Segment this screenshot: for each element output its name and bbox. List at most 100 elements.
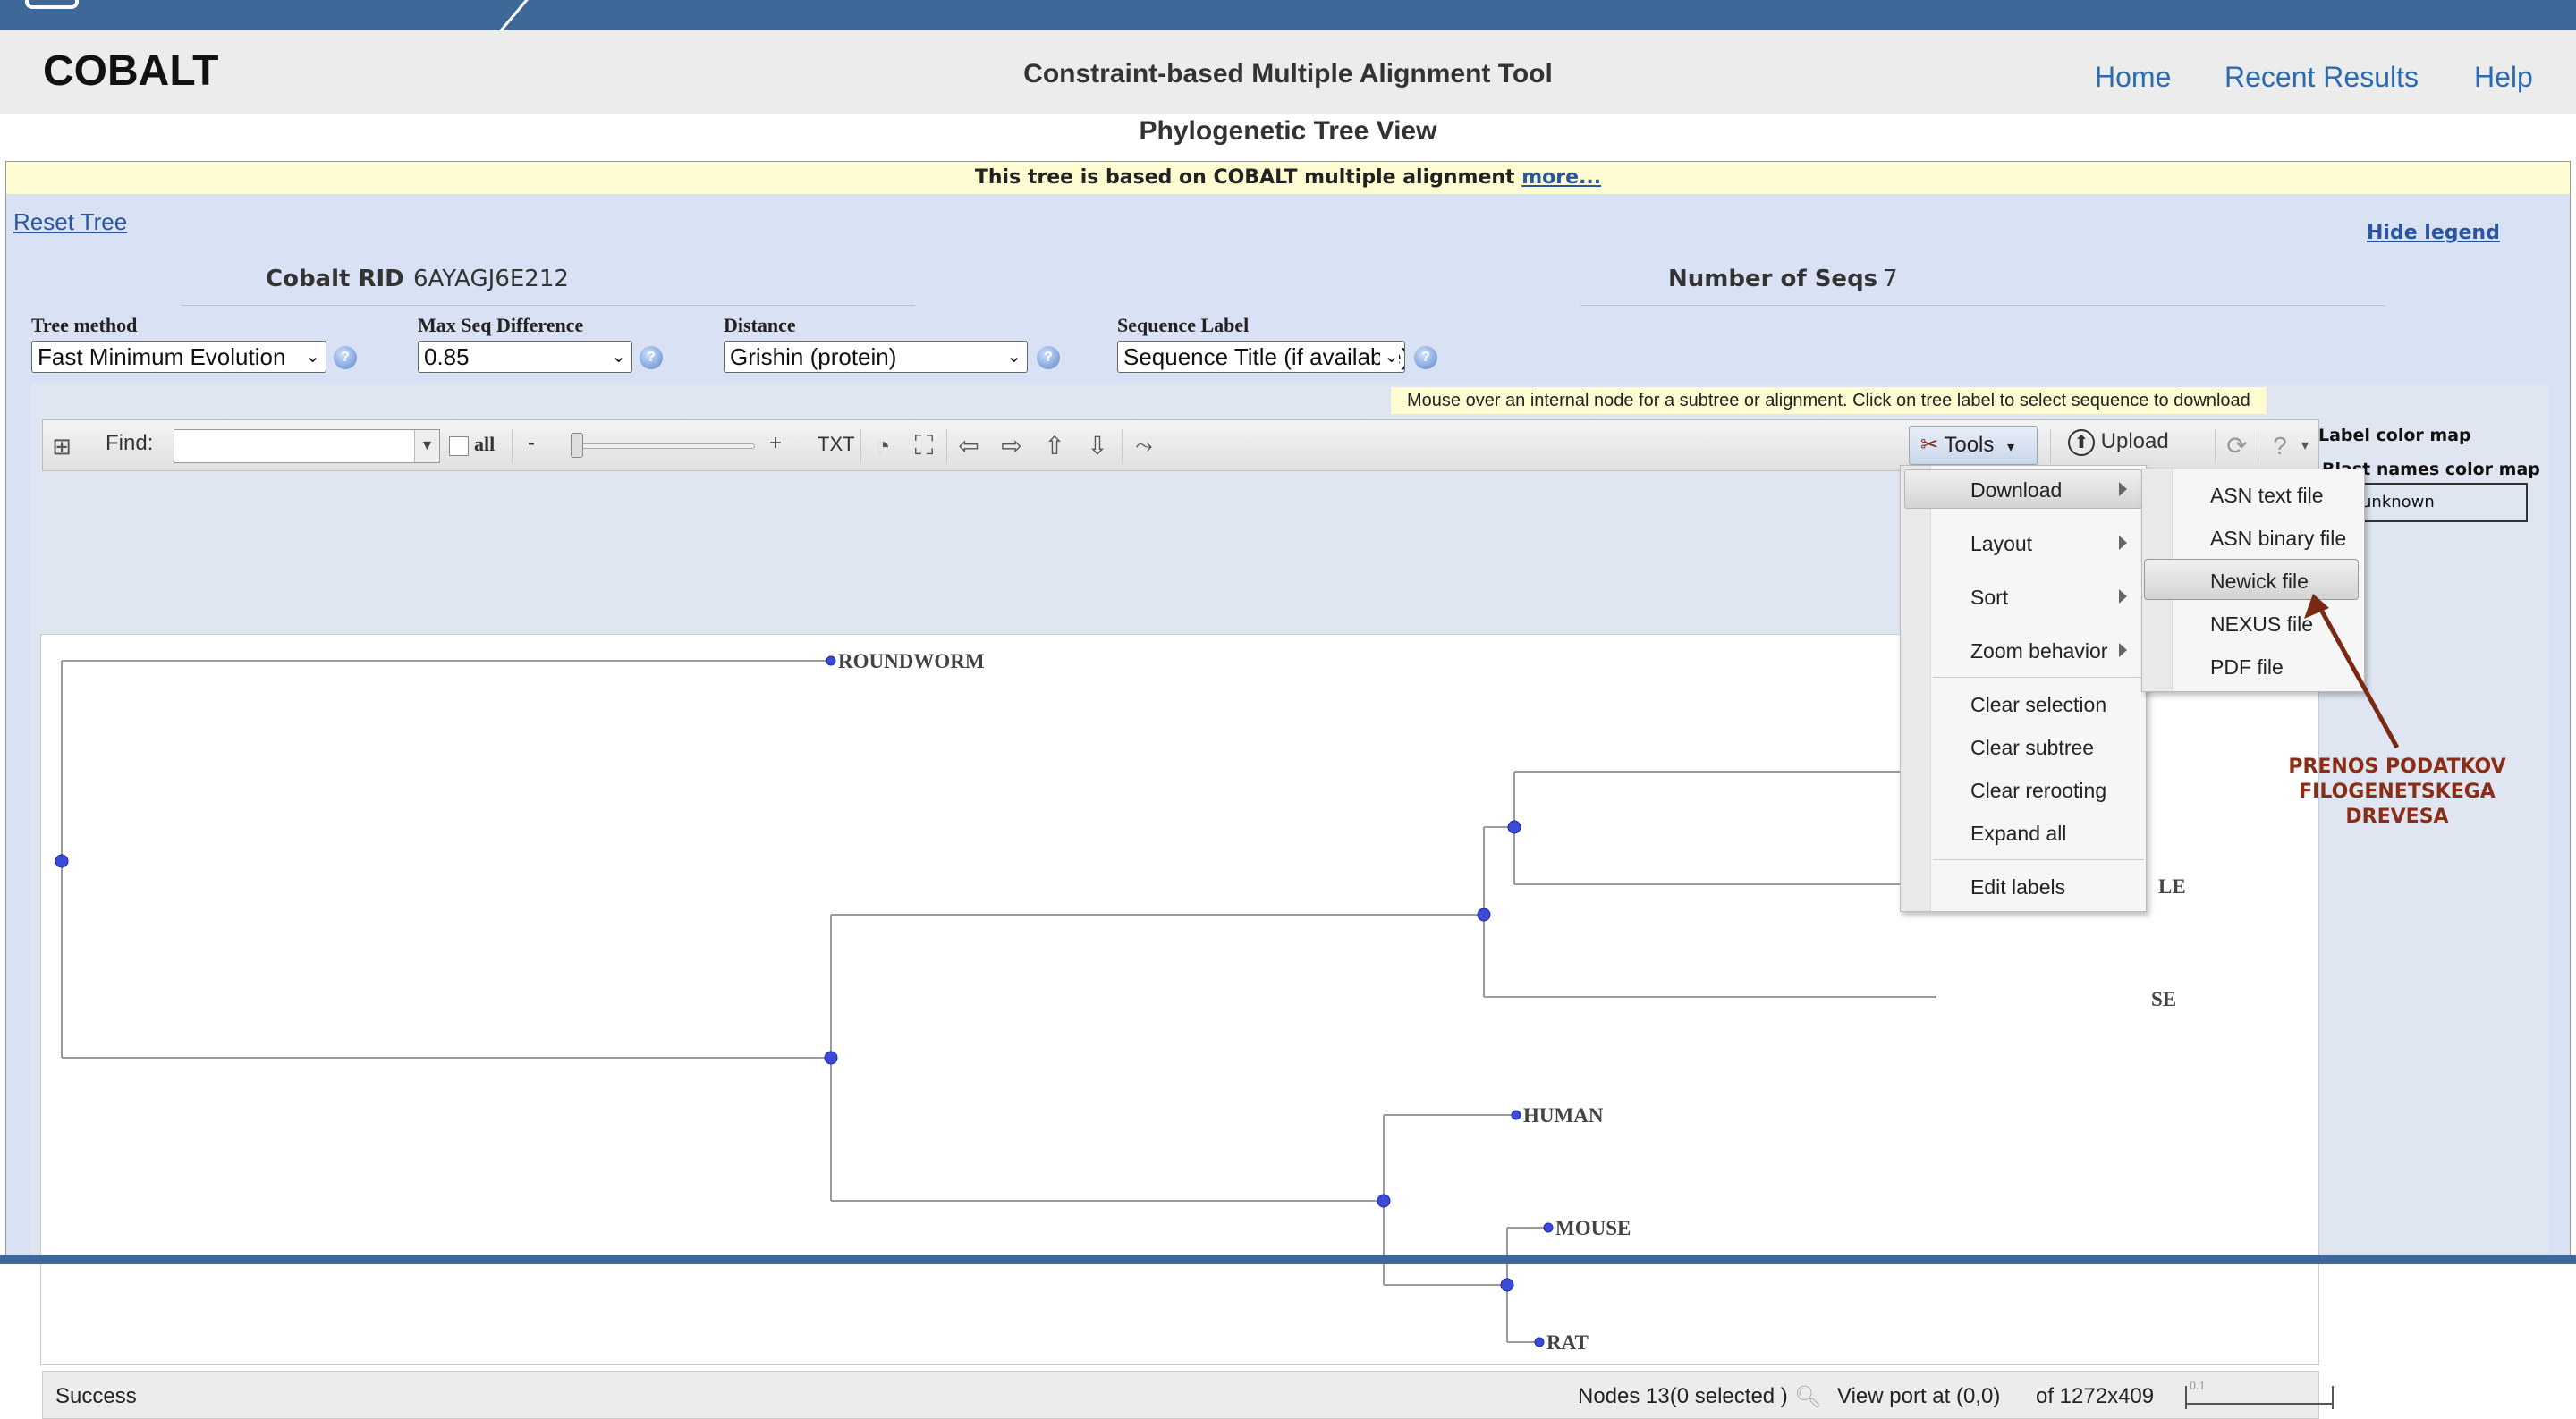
sequence-label-value: Sequence Title (if available) bbox=[1123, 343, 1405, 370]
tree-node[interactable] bbox=[1500, 1278, 1514, 1292]
viewer-toolbar: ⊞ Find: ▼ all - + TXT ◔ ⛶ ⇦ ⇨ ⇧ ⇩ ⤳ ✂ To… bbox=[42, 419, 2319, 471]
menu-item-sort[interactable]: Sort bbox=[1970, 586, 2008, 610]
refresh-icon[interactable]: ⟳ bbox=[2222, 431, 2252, 461]
menu-item-clear-selection[interactable]: Clear selection bbox=[1970, 693, 2106, 717]
menu-gutter bbox=[1901, 466, 1931, 911]
upload-button[interactable]: ⬆ Upload bbox=[2068, 429, 2169, 456]
tree-method-label: Tree method bbox=[31, 314, 138, 336]
tree-label-human[interactable]: HUMAN bbox=[1523, 1104, 1604, 1127]
distance-select[interactable]: Grishin (protein) ⌄ bbox=[724, 341, 1028, 373]
page-title: Phylogenetic Tree View bbox=[1139, 116, 1437, 146]
nav-recent-results-link[interactable]: Recent Results bbox=[2224, 61, 2419, 94]
menu-divider bbox=[1933, 677, 2144, 678]
chevron-down-icon: ⌄ bbox=[611, 347, 626, 367]
tree-label-rat[interactable]: RAT bbox=[1546, 1331, 1589, 1354]
chevron-down-icon: ⌄ bbox=[305, 347, 320, 367]
chevron-right-icon bbox=[2119, 589, 2127, 604]
rid-divider bbox=[182, 305, 915, 306]
tree-node[interactable] bbox=[55, 854, 69, 868]
chevron-right-icon bbox=[2119, 482, 2127, 496]
tree-node[interactable] bbox=[1377, 1194, 1391, 1208]
tree-node[interactable] bbox=[1507, 820, 1521, 834]
tree-node[interactable] bbox=[824, 1051, 838, 1065]
zoom-in-button[interactable]: + bbox=[769, 431, 782, 456]
hide-legend-link[interactable]: Hide legend bbox=[2367, 222, 2500, 244]
reset-tree-link[interactable]: Reset Tree bbox=[13, 208, 127, 236]
max-seq-diff-value: 0.85 bbox=[424, 343, 470, 370]
find-input[interactable]: ▼ bbox=[174, 429, 440, 463]
nav-help-link[interactable]: Help bbox=[2474, 61, 2533, 94]
alignment-notice: This tree is based on COBALT multiple al… bbox=[6, 162, 2570, 194]
toolbar-separator bbox=[2215, 429, 2216, 463]
rid-value: 6AYAGJ6E212 bbox=[413, 266, 569, 292]
tree-leaf-node[interactable] bbox=[826, 655, 836, 666]
chevron-down-icon: ⌄ bbox=[1006, 347, 1021, 367]
caret-down-icon[interactable]: ▾ bbox=[2290, 431, 2320, 461]
tree-label-le[interactable]: LE bbox=[2158, 875, 2186, 898]
menu-item-edit-labels[interactable]: Edit labels bbox=[1970, 875, 2065, 900]
download-asn-binary[interactable]: ASN binary file bbox=[2210, 527, 2346, 551]
annotation-line-3: DREVESA bbox=[2345, 806, 2449, 828]
tree-leaf-node[interactable] bbox=[1511, 1110, 1521, 1120]
download-nexus[interactable]: NEXUS file bbox=[2210, 612, 2313, 637]
menu-item-download[interactable]: Download bbox=[1970, 478, 2062, 503]
menu-item-zoom-behavior[interactable]: Zoom behavior bbox=[1970, 639, 2107, 663]
help-icon[interactable]: ? bbox=[1037, 346, 1060, 369]
tree-label-se[interactable]: SE bbox=[2151, 988, 2176, 1010]
tree-label-mouse[interactable]: MOUSE bbox=[1555, 1217, 1631, 1239]
tree-label-roundworm[interactable]: ROUNDWORM bbox=[838, 650, 985, 672]
chevron-down-icon[interactable]: ▼ bbox=[414, 430, 439, 462]
top-banner bbox=[0, 0, 2576, 36]
menu-item-layout[interactable]: Layout bbox=[1970, 532, 2032, 556]
viewport-position: View port at (0,0) bbox=[1837, 1384, 2001, 1408]
chevron-down-icon: ⌄ bbox=[1380, 342, 1399, 372]
zoom-out-button[interactable]: - bbox=[528, 431, 535, 456]
fit-screen-icon[interactable]: ⛶ bbox=[909, 431, 939, 461]
status-bar: Success Nodes 13(0 selected ) 🔍︎ View po… bbox=[42, 1371, 2334, 1419]
arrow-down-icon[interactable]: ⇩ bbox=[1082, 431, 1113, 461]
expand-icon[interactable]: ⊞ bbox=[47, 431, 77, 461]
tool-title: Constraint-based Multiple Alignment Tool bbox=[1023, 59, 1553, 89]
tree-node[interactable] bbox=[1477, 908, 1491, 922]
arrow-up-icon[interactable]: ⇧ bbox=[1039, 431, 1070, 461]
scale-value: 0.1 bbox=[2190, 1380, 2206, 1393]
status-message: Success bbox=[55, 1384, 137, 1408]
tree-leaf-node[interactable] bbox=[1543, 1222, 1554, 1233]
upload-icon: ⬆ bbox=[2068, 429, 2095, 456]
sequence-label-select[interactable]: Sequence Title (if available) ⌄ bbox=[1117, 341, 1405, 373]
magnifier-icon[interactable]: 🔍︎ bbox=[1794, 1384, 1821, 1410]
toolbar-separator bbox=[512, 429, 513, 463]
download-newick[interactable]: Newick file bbox=[2210, 570, 2309, 594]
max-seq-diff-select[interactable]: 0.85 ⌄ bbox=[418, 341, 632, 373]
help-icon[interactable]: ? bbox=[640, 346, 663, 369]
txt-button[interactable]: TXT bbox=[818, 433, 855, 456]
notice-text: This tree is based on COBALT multiple al… bbox=[974, 166, 1515, 189]
toolbar-separator bbox=[946, 429, 947, 463]
menu-item-expand-all[interactable]: Expand all bbox=[1970, 822, 2066, 846]
scale-bar: 0.1 bbox=[2185, 1380, 2334, 1409]
zoom-magnify-icon[interactable]: ◔ bbox=[868, 431, 898, 461]
find-all-checkbox[interactable] bbox=[449, 436, 469, 456]
tree-leaf-node[interactable] bbox=[1534, 1337, 1545, 1347]
download-asn-text[interactable]: ASN text file bbox=[2210, 484, 2324, 508]
tree-layout-icon[interactable]: ⤳ bbox=[1129, 431, 1159, 461]
tree-method-value: Fast Minimum Evolution bbox=[38, 343, 286, 370]
annotation-callout: PRENOS PODATKOV FILOGENETSKEGA DREVESA bbox=[2272, 755, 2522, 830]
arrow-right-icon[interactable]: ⇨ bbox=[996, 431, 1027, 461]
ncbi-logo-icon bbox=[25, 0, 79, 9]
zoom-slider-track[interactable] bbox=[576, 443, 755, 449]
help-icon[interactable]: ? bbox=[334, 346, 357, 369]
notice-more-link[interactable]: more... bbox=[1521, 166, 1601, 189]
zoom-slider-handle[interactable] bbox=[571, 433, 583, 458]
download-pdf[interactable]: PDF file bbox=[2210, 655, 2284, 680]
tree-method-select[interactable]: Fast Minimum Evolution ⌄ bbox=[31, 341, 326, 373]
toolbar-separator bbox=[1122, 429, 1123, 463]
tools-menu-button[interactable]: ✂ Tools ▾ bbox=[1909, 426, 2038, 465]
menu-item-clear-subtree[interactable]: Clear subtree bbox=[1970, 736, 2094, 760]
seqs-label: Number of Seqs bbox=[1668, 266, 1878, 292]
arrow-left-icon[interactable]: ⇦ bbox=[953, 431, 984, 461]
nav-home-link[interactable]: Home bbox=[2095, 61, 2171, 94]
download-submenu: ASN text file ASN binary file Newick fil… bbox=[2141, 469, 2365, 692]
menu-item-clear-rerooting[interactable]: Clear rerooting bbox=[1970, 779, 2106, 803]
help-icon[interactable]: ? bbox=[1414, 346, 1437, 369]
